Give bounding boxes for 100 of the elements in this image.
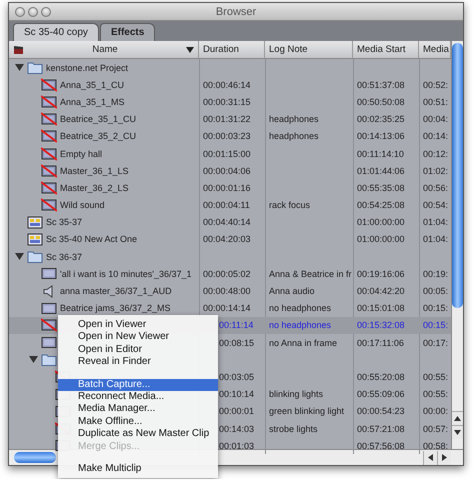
- media-start-text: 00:11:14:10: [357, 148, 404, 159]
- media-start-text: 00:55:35:08: [357, 182, 405, 193]
- log-note-text: no Anna in frame: [269, 338, 338, 348]
- media-start-text: 00:51:37:08: [357, 80, 405, 90]
- duration-text: 00:00:01: [219, 406, 254, 416]
- scroll-thumb[interactable]: [14, 452, 56, 463]
- offline-clip-icon: [41, 180, 57, 195]
- sequence-icon: [27, 216, 43, 229]
- menu-item[interactable]: Reveal in Finder: [58, 356, 218, 369]
- menu-item[interactable]: Make Multiclip: [58, 462, 218, 476]
- media-start-text: 00:19:16:06: [357, 268, 405, 279]
- vertical-scrollbar[interactable]: [451, 41, 463, 449]
- log-note-text: rack focus: [269, 200, 310, 210]
- disclosure-triangle-icon[interactable]: [15, 63, 24, 72]
- media-end-text: 00:56:: [423, 182, 448, 193]
- item-name[interactable]: kenstone.net Project: [46, 62, 128, 73]
- menu-item[interactable]: Open in New Viewer: [58, 331, 218, 344]
- media-start-text: 00:55:20:08: [357, 372, 405, 382]
- media-end-text: 00:15:: [423, 303, 448, 314]
- log-note-text: no headphones: [269, 303, 332, 314]
- media-end-text: 00:14:: [423, 131, 448, 142]
- item-name[interactable]: Beatrice_35_2_CU: [60, 131, 136, 142]
- log-note-text: headphones: [269, 114, 319, 124]
- folder-icon: [27, 250, 43, 264]
- item-name[interactable]: Master_36_1_LS: [60, 166, 129, 176]
- media-end-text: 01:04:: [423, 217, 448, 228]
- item-name[interactable]: Sc 35-40 New Act One: [46, 234, 138, 244]
- folder-icon: [41, 353, 57, 366]
- item-name[interactable]: Anna_35_1_CU: [60, 80, 124, 90]
- scroll-up-button[interactable]: [452, 411, 463, 425]
- media-start-text: 00:54:25:08: [357, 200, 405, 210]
- media-start-text: 00:04:42:20: [357, 286, 405, 296]
- media-end-text: 00:55:: [423, 389, 448, 400]
- minimize-button[interactable]: [28, 6, 38, 16]
- column-header[interactable]: Name: [9, 41, 199, 58]
- media-start-text: 00:55:09:06: [357, 389, 405, 400]
- item-name[interactable]: Empty hall: [60, 148, 102, 159]
- column-header[interactable]: Media Start: [353, 41, 419, 58]
- clapper-icon: [13, 44, 24, 54]
- menu-item[interactable]: Duplicate as New Master Clip: [58, 428, 218, 441]
- duration-text: 00:04:20:03: [203, 234, 251, 244]
- tab[interactable]: Effects: [100, 23, 156, 41]
- media-start-text: 00:15:32:08: [357, 320, 405, 330]
- tab[interactable]: Sc 35-40 copy: [13, 23, 99, 41]
- offline-clip-icon: [41, 129, 57, 144]
- window-title: Browser: [214, 6, 258, 18]
- media-start-text: 00:57:56:08: [357, 440, 405, 451]
- media-start-text: 00:15:01:08: [357, 303, 405, 314]
- menu-item[interactable]: Open in Viewer: [58, 319, 218, 332]
- duration-text: 00:00:31:15: [203, 96, 251, 107]
- zoom-button[interactable]: [41, 6, 51, 16]
- disclosure-triangle-icon[interactable]: [29, 355, 38, 364]
- clip-icon: [41, 302, 57, 315]
- column-header[interactable]: Log Note: [265, 41, 353, 58]
- up-arrow-icon: [454, 416, 461, 421]
- offline-clip-icon: [41, 164, 57, 178]
- clip-icon: [41, 336, 57, 350]
- scroll-left-button[interactable]: [423, 450, 437, 464]
- item-name[interactable]: anna master_36/37_1_AUD: [60, 286, 172, 296]
- duration-text: 00:01:31:22: [203, 114, 251, 124]
- duration-text: 00:03:05: [219, 372, 254, 382]
- media-end-text: 00:15:: [423, 320, 448, 330]
- right-arrow-icon: [442, 454, 447, 461]
- media-end-text: 00:52:: [423, 80, 448, 90]
- media-end-text: 00:12:: [423, 148, 448, 159]
- item-name[interactable]: 'all i want is 10 minutes'_36/37_1: [60, 268, 192, 279]
- duration-text: 00:10:14: [219, 389, 254, 400]
- scroll-thumb[interactable]: [452, 43, 463, 308]
- menu-item[interactable]: Open in Editor: [58, 344, 218, 356]
- log-note-text: green blinking light: [269, 406, 344, 416]
- media-start-text: 00:50:50:08: [357, 96, 405, 107]
- media-start-text: 00:57:21:08: [357, 424, 405, 434]
- item-name[interactable]: Master_36_2_LS: [60, 182, 129, 193]
- media-end-text: 00:57:: [423, 424, 448, 434]
- log-note-text: no headphones: [269, 320, 332, 330]
- duration-text: 00:14:03: [219, 424, 254, 434]
- menu-item[interactable]: Batch Capture...: [58, 378, 218, 391]
- item-name[interactable]: Beatrice jams_36/37_2_MS: [60, 303, 171, 314]
- close-button[interactable]: [15, 6, 25, 16]
- media-end-text: 00:05:: [423, 286, 448, 296]
- column-header[interactable]: Duration: [199, 41, 265, 58]
- scroll-right-button[interactable]: [437, 450, 451, 464]
- item-name[interactable]: Sc 35-37: [46, 217, 82, 228]
- duration-text: 00:00:01:16: [203, 182, 251, 193]
- menu-item[interactable]: Make Offline...: [58, 416, 218, 428]
- down-arrow-icon: [454, 430, 461, 435]
- media-start-text: 01:00:00:00: [357, 234, 405, 244]
- item-name[interactable]: Anna_35_1_MS: [60, 96, 125, 107]
- disclosure-triangle-icon[interactable]: [15, 252, 24, 262]
- offline-clip-icon: [41, 112, 57, 126]
- duration-text: 00:00:04:11: [203, 200, 250, 210]
- media-end-text: 00:19:: [423, 268, 448, 279]
- item-name[interactable]: Sc 36-37: [46, 252, 82, 262]
- duration-text: 00:01:03: [219, 440, 254, 451]
- media-end-text: 00:00:: [423, 406, 448, 416]
- scroll-down-button[interactable]: [452, 425, 463, 439]
- log-note-text: Anna & Beatrice in fr: [269, 268, 352, 279]
- item-name[interactable]: Wild sound: [60, 200, 105, 210]
- media-start-text: 00:02:35:25: [357, 114, 405, 124]
- item-name[interactable]: Beatrice_35_1_CU: [60, 114, 136, 124]
